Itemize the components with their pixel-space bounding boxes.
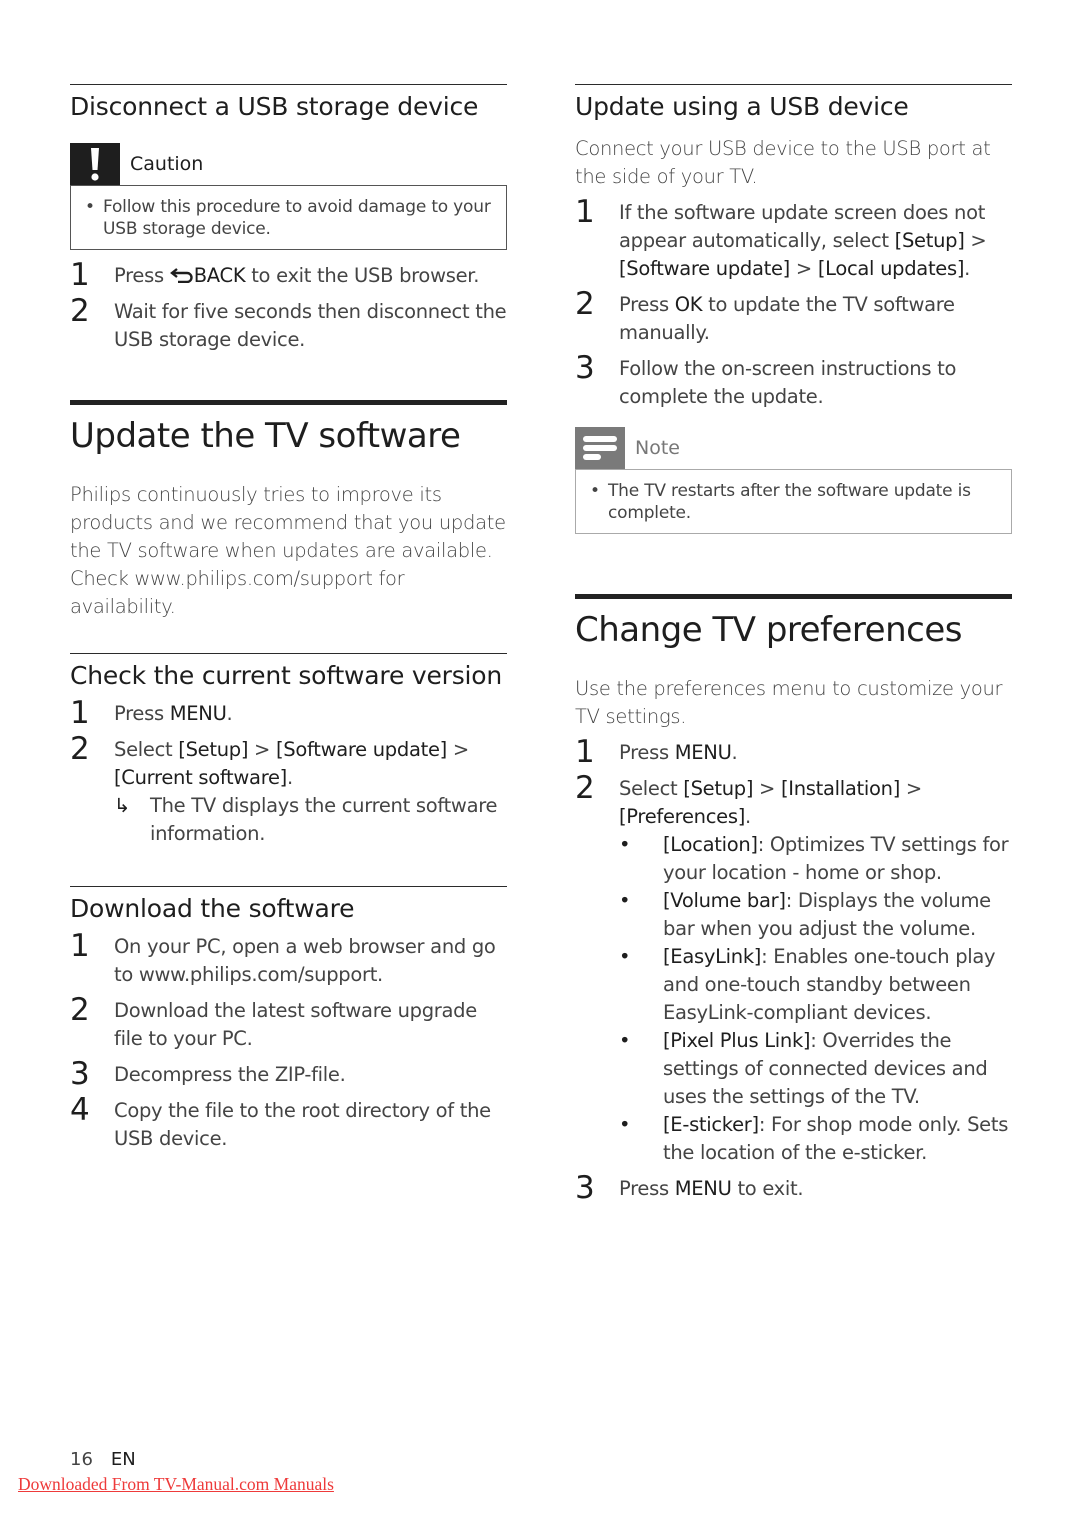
result-arrow-icon: ↳: [114, 794, 131, 817]
step: 2 Select [Setup] > [Installation] > [Pre…: [575, 771, 1012, 1167]
note-box: Note • The TV restarts after the softwar…: [575, 427, 1012, 534]
download-steps: 1 On your PC, open a web browser and go t…: [70, 928, 507, 1153]
note-bullet: • The TV restarts after the software upd…: [590, 481, 971, 523]
note-label: Note: [635, 437, 680, 459]
note-lines-icon: [575, 427, 625, 469]
exclamation-icon: [70, 143, 120, 185]
section-divider: [70, 84, 507, 85]
caution-body: • Follow this procedure to avoid damage …: [70, 185, 507, 250]
update-intro: Philips continuously tries to improve it…: [70, 483, 506, 618]
step: 2 Wait for five seconds then disconnect …: [70, 293, 507, 351]
page-footer: 16 EN: [70, 1449, 136, 1470]
disconnect-steps: 1 Press BACK to exit the USB browser. 2 …: [70, 257, 507, 354]
preference-options: • [Location]: Optimizes TV settings for y…: [619, 831, 1012, 1167]
section-divider: [70, 653, 507, 654]
caution-bullet: • Follow this procedure to avoid damage …: [85, 197, 491, 239]
left-column: Disconnect a USB storage device Caution …: [70, 84, 507, 1153]
download-heading: Download the software: [70, 894, 355, 923]
step: 1 Press MENU.: [70, 695, 233, 731]
check-steps: 1 Press MENU. 2 Select [Setup] > [Softwa…: [70, 695, 507, 848]
page-number: 16: [70, 1449, 93, 1470]
option-item: • [Location]: Optimizes TV settings for y…: [619, 833, 1009, 884]
preferences-heading: Change TV preferences: [575, 610, 962, 650]
option-item: • [E-sticker]: For shop mode only. Sets t…: [619, 1113, 1009, 1164]
section-divider: [575, 84, 1012, 85]
bullet-dot: •: [590, 481, 600, 501]
step: 2 Select [Setup] > [Software update] > […: [70, 732, 507, 848]
step: 1 Press BACK to exit the USB browser.: [70, 257, 480, 293]
usb-update-steps: 1 If the software update screen does not…: [575, 194, 1012, 411]
option-item: • [Pixel Plus Link]: Overrides the settin…: [619, 1029, 988, 1108]
step: 3 Follow the on-screen instructions to c…: [575, 350, 957, 408]
step: 4 Copy the file to the root directory of …: [70, 1092, 491, 1150]
language-code: EN: [110, 1449, 136, 1470]
option-item: • [Volume bar]: Displays the volume bar w…: [619, 889, 991, 940]
preferences-steps: 1 Press MENU. 2 Select [Setup] > [Instal…: [575, 734, 1012, 1206]
note-header: Note: [575, 427, 1012, 469]
step: 1 If the software update screen does not…: [575, 194, 987, 280]
step: 3 Decompress the ZIP-file.: [70, 1056, 346, 1092]
usb-update-heading: Update using a USB device: [575, 92, 909, 121]
update-software-heading: Update the TV software: [70, 416, 461, 456]
check-version-heading: Check the current software version: [70, 661, 503, 690]
section-divider: [70, 886, 507, 887]
preferences-intro: Use the preferences menu to customize yo…: [575, 677, 1003, 728]
chapter-divider: [575, 594, 1012, 599]
watermark-link[interactable]: Downloaded From TV-Manual.com Manuals: [18, 1474, 334, 1495]
bullet-dot: •: [85, 197, 95, 217]
chapter-divider: [70, 400, 507, 405]
step: 1 On your PC, open a web browser and go t…: [70, 928, 496, 986]
step: 1 Press MENU.: [575, 734, 738, 770]
note-body: • The TV restarts after the software upd…: [575, 469, 1012, 534]
step: 2 Download the latest software upgrade fi…: [70, 992, 477, 1050]
caution-header: Caution: [70, 143, 507, 185]
caution-label: Caution: [130, 153, 204, 175]
caution-box: Caution • Follow this procedure to avoid…: [70, 143, 507, 250]
back-arrow-icon: [169, 264, 194, 287]
usb-update-intro: Connect your USB device to the USB port …: [575, 137, 991, 188]
option-item: • [EasyLink]: Enables one-touch play and …: [619, 945, 996, 1024]
step: 2 Press OK to update the TV software man…: [575, 286, 955, 344]
step: 3 Press MENU to exit.: [575, 1170, 804, 1206]
back-key: BACK: [193, 264, 246, 287]
disconnect-heading: Disconnect a USB storage device: [70, 92, 479, 121]
step-result: ↳ The TV displays the current software i…: [114, 794, 498, 845]
right-column: Update using a USB device Connect your U…: [575, 84, 1012, 1206]
